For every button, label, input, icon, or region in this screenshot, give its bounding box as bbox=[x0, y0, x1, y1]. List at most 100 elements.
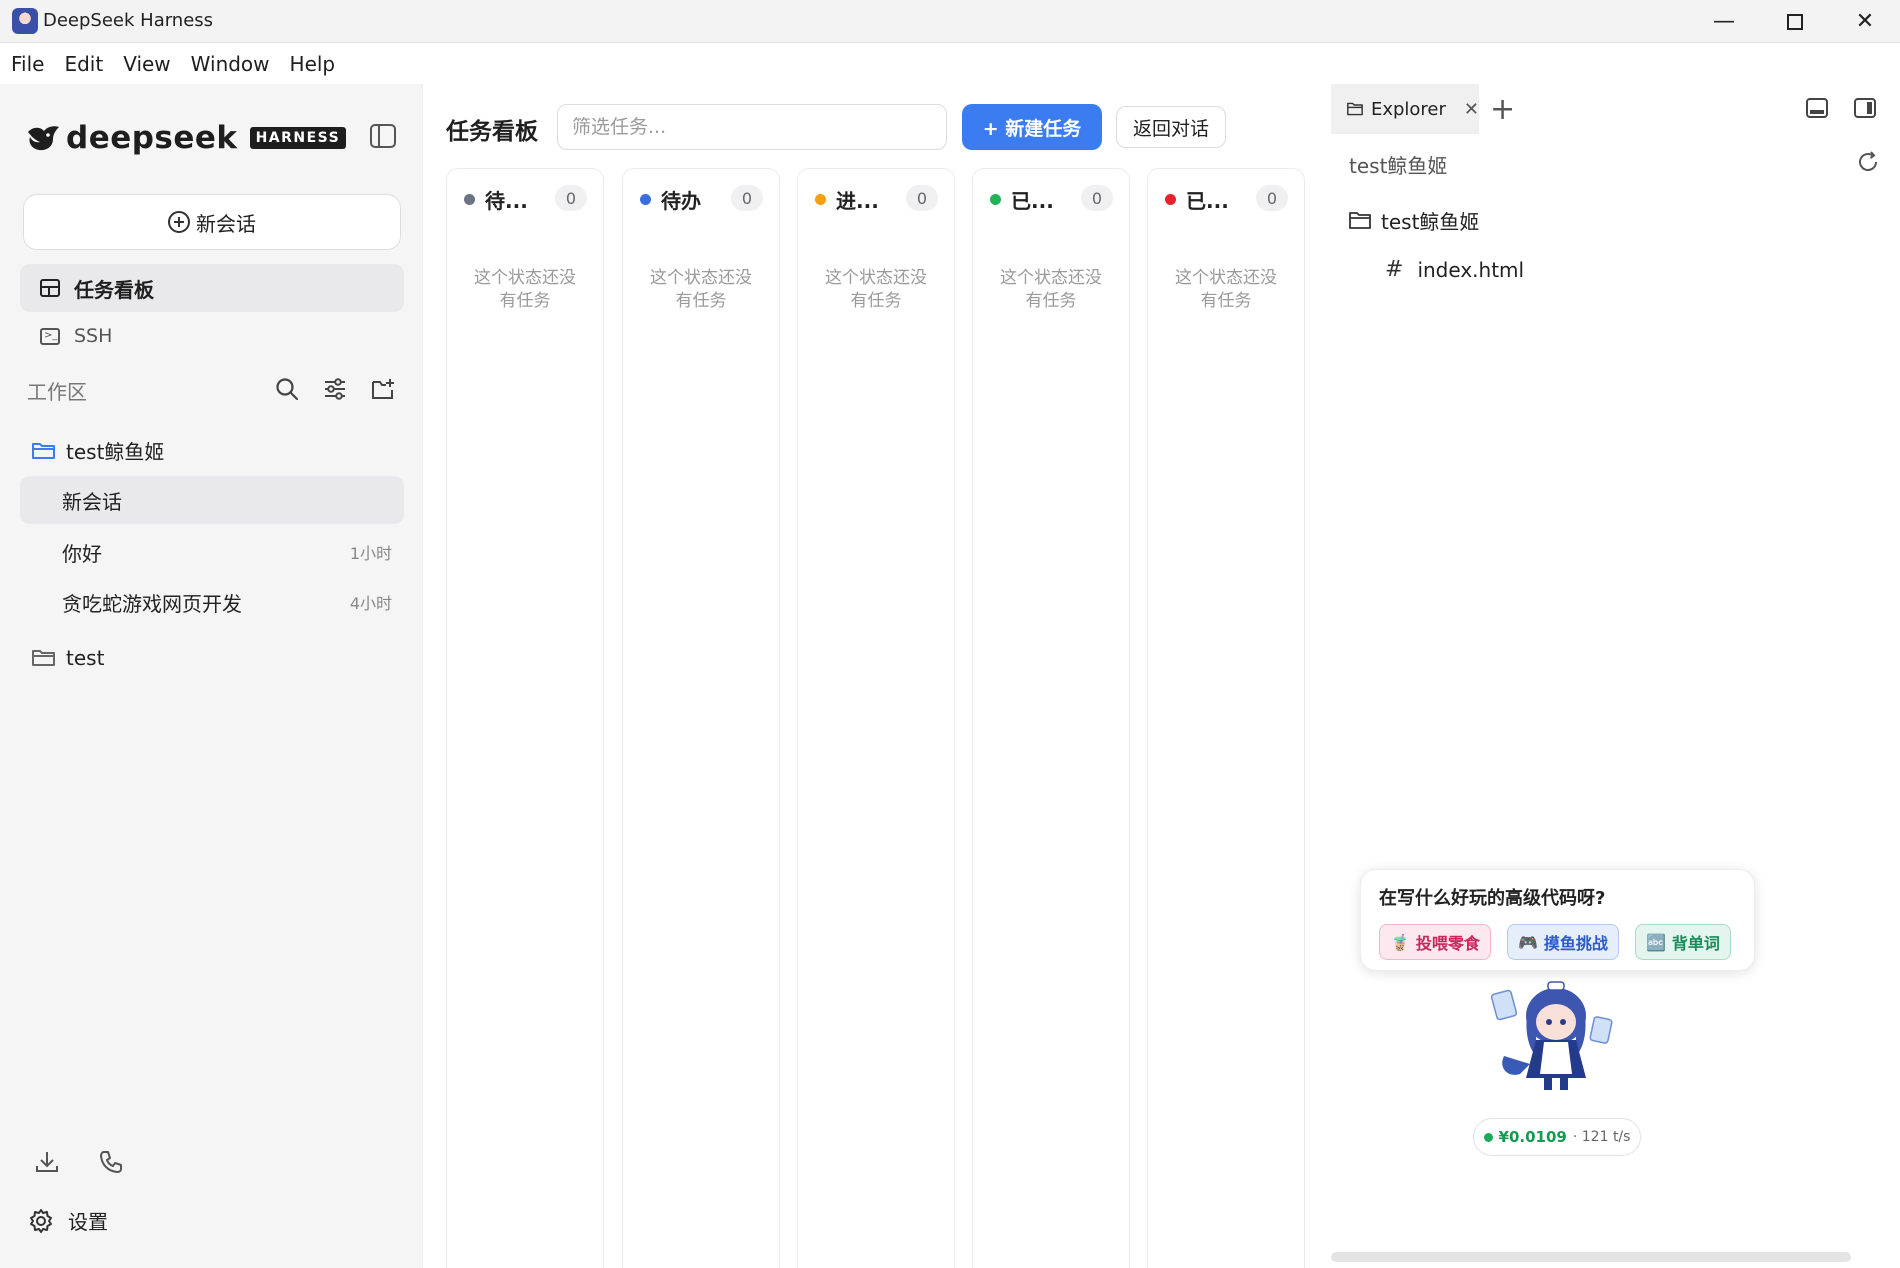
settings-button[interactable]: 设置 bbox=[28, 1206, 108, 1235]
mascot-message: 在写什么好玩的高级代码呀? bbox=[1379, 888, 1606, 909]
filter-sliders-icon[interactable] bbox=[322, 376, 348, 402]
folder-icon bbox=[32, 650, 55, 666]
tab-explorer[interactable]: Explorer ✕ bbox=[1331, 84, 1479, 134]
column-header[interactable]: 已... bbox=[990, 185, 1054, 214]
menu-edit[interactable]: Edit bbox=[64, 52, 103, 76]
board-column: 已... 0 这个状态还没有任务 bbox=[1147, 168, 1305, 1268]
nav-item-label: 任务看板 bbox=[74, 277, 154, 302]
brand-text: deepseek bbox=[66, 120, 238, 156]
mascot-character-image[interactable] bbox=[1484, 978, 1624, 1098]
status-dot bbox=[1165, 194, 1176, 205]
column-count-badge: 0 bbox=[1081, 185, 1113, 211]
column-header[interactable]: 已... bbox=[1165, 185, 1229, 214]
download-icon[interactable] bbox=[34, 1149, 60, 1175]
session-time: 1小时 bbox=[349, 544, 392, 563]
tab-label: Explorer bbox=[1370, 98, 1446, 120]
session-item[interactable]: 你好 1小时 bbox=[20, 528, 404, 576]
token-rate: · 121 t/s bbox=[1572, 1129, 1631, 1145]
column-name: 已... bbox=[1186, 189, 1229, 213]
mascot-speech-bubble: 在写什么好玩的高级代码呀? 🧋 投喂零食 🎮 摸鱼挑战 🔤 背单词 bbox=[1360, 869, 1755, 971]
status-dot bbox=[815, 194, 826, 205]
column-header[interactable]: 待办 bbox=[640, 185, 701, 214]
menu-file[interactable]: File bbox=[11, 52, 44, 76]
cost-value: ¥0.0109 bbox=[1498, 1128, 1567, 1146]
explorer-file[interactable]: # index.html bbox=[1385, 257, 1524, 282]
status-dot bbox=[464, 194, 475, 205]
hash-file-icon: # bbox=[1385, 257, 1404, 282]
milk-tea-icon: 🧋 bbox=[1390, 932, 1410, 952]
new-task-button[interactable]: + 新建任务 bbox=[962, 104, 1102, 150]
gear-icon bbox=[30, 1208, 52, 1233]
back-to-chat-button[interactable]: 返回对话 bbox=[1116, 106, 1226, 148]
column-empty-text: 这个状态还没有任务 bbox=[474, 268, 576, 311]
add-circle-icon bbox=[168, 211, 190, 233]
window-title: DeepSeek Harness bbox=[43, 10, 214, 31]
column-count-badge: 0 bbox=[555, 185, 587, 211]
sidebar-toggle-icon[interactable] bbox=[370, 124, 396, 148]
column-name: 待办 bbox=[661, 189, 701, 213]
status-dot bbox=[1483, 1132, 1493, 1142]
add-folder-icon[interactable] bbox=[370, 376, 396, 402]
board-column: 待办 0 这个状态还没有任务 bbox=[622, 168, 780, 1268]
board-column: 已... 0 这个状态还没有任务 bbox=[972, 168, 1130, 1268]
nav-item-task-board[interactable]: 任务看板 bbox=[20, 264, 404, 312]
menu-view[interactable]: View bbox=[123, 52, 170, 76]
gamepad-icon: 🎮 bbox=[1518, 932, 1538, 952]
task-filter-input[interactable] bbox=[557, 104, 947, 150]
app-icon bbox=[12, 8, 38, 34]
sidebar: deepseek HARNESS 新会话 任务看板 >_ SSH 工作区 tes… bbox=[0, 84, 423, 1268]
workspace-folder-test[interactable]: test bbox=[32, 646, 104, 670]
board-icon bbox=[40, 279, 60, 297]
status-dot bbox=[640, 194, 651, 205]
explorer-folder-name: test鲸鱼姬 bbox=[1381, 210, 1480, 234]
phone-icon[interactable] bbox=[98, 1149, 124, 1175]
board-column: 进... 0 这个状态还没有任务 bbox=[797, 168, 955, 1268]
column-header[interactable]: 进... bbox=[815, 185, 879, 214]
explorer-folder[interactable]: test鲸鱼姬 bbox=[1349, 206, 1479, 235]
menu-help[interactable]: Help bbox=[290, 52, 336, 76]
column-empty-text: 这个状态还没有任务 bbox=[650, 268, 752, 311]
chip-label: 投喂零食 bbox=[1415, 934, 1480, 953]
horizontal-scrollbar[interactable] bbox=[1331, 1252, 1851, 1262]
column-header[interactable]: 待... bbox=[464, 185, 528, 214]
session-item[interactable]: 新会话 bbox=[20, 476, 404, 524]
usage-status-pill: ¥0.0109 · 121 t/s bbox=[1473, 1118, 1641, 1156]
add-tab-button[interactable]: + bbox=[1490, 92, 1515, 127]
folder-open-icon bbox=[32, 442, 55, 459]
page-title: 任务看板 bbox=[446, 119, 538, 145]
column-empty-text: 这个状态还没有任务 bbox=[1000, 268, 1102, 311]
toggle-bottom-panel-icon[interactable] bbox=[1806, 98, 1828, 118]
toggle-right-panel-icon[interactable] bbox=[1854, 98, 1876, 118]
close-button[interactable]: ✕ bbox=[1830, 0, 1900, 43]
column-empty-text: 这个状态还没有任务 bbox=[825, 268, 927, 311]
column-empty-text: 这个状态还没有任务 bbox=[1175, 268, 1277, 311]
column-count-badge: 0 bbox=[906, 185, 938, 211]
search-icon[interactable] bbox=[274, 376, 300, 402]
folder-icon bbox=[1347, 102, 1363, 116]
vocab-button[interactable]: 🔤 背单词 bbox=[1635, 924, 1731, 960]
refresh-icon[interactable] bbox=[1856, 150, 1880, 174]
slack-off-challenge-button[interactable]: 🎮 摸鱼挑战 bbox=[1507, 924, 1619, 960]
board-column: 待... 0 这个状态还没有任务 bbox=[446, 168, 604, 1268]
brand-badge: HARNESS bbox=[249, 127, 347, 149]
abc-icon: 🔤 bbox=[1646, 932, 1666, 952]
new-chat-button[interactable]: 新会话 bbox=[23, 194, 401, 250]
session-title: 新会话 bbox=[62, 489, 122, 514]
nav-item-ssh[interactable]: >_ SSH bbox=[20, 312, 404, 360]
menu-window[interactable]: Window bbox=[191, 52, 270, 76]
workspace-label: 工作区 bbox=[27, 380, 87, 404]
maximize-button[interactable] bbox=[1760, 0, 1830, 43]
settings-label: 设置 bbox=[68, 1210, 108, 1234]
column-name: 已... bbox=[1011, 189, 1054, 213]
feed-snack-button[interactable]: 🧋 投喂零食 bbox=[1379, 924, 1491, 960]
minimize-button[interactable]: — bbox=[1689, 0, 1759, 43]
column-count-badge: 0 bbox=[1256, 185, 1288, 211]
session-title: 你好 bbox=[62, 541, 102, 566]
menu-bar: File Edit View Window Help bbox=[0, 44, 1900, 84]
workspace-folder-test-whale[interactable]: test鲸鱼姬 bbox=[32, 436, 164, 465]
close-tab-icon[interactable]: ✕ bbox=[1464, 99, 1479, 120]
session-item[interactable]: 贪吃蛇游戏网页开发 4小时 bbox=[20, 578, 404, 626]
chip-label: 摸鱼挑战 bbox=[1543, 934, 1608, 953]
session-time: 4小时 bbox=[349, 594, 392, 613]
title-bar: DeepSeek Harness — ✕ bbox=[0, 0, 1900, 43]
